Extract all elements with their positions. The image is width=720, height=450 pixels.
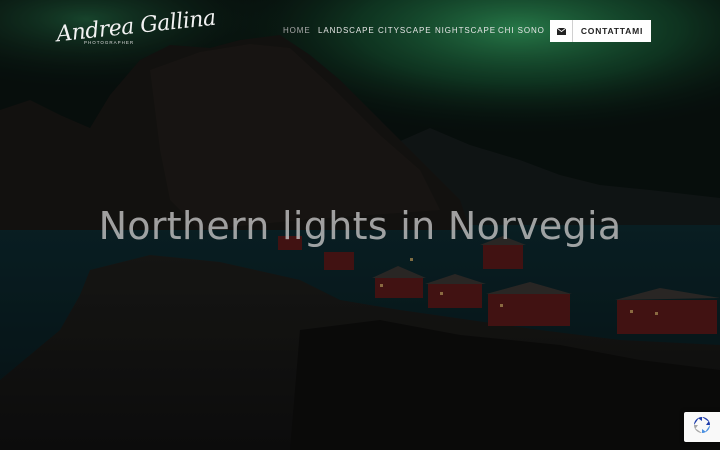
logo-tagline: PHOTOGRAPHER	[84, 40, 135, 45]
nav-cityscape[interactable]: CITYSCAPE	[378, 26, 431, 35]
nav-chi-sono[interactable]: CHI SONO	[498, 26, 545, 35]
logo-signature: Andrea Gallina	[55, 5, 217, 48]
recaptcha-icon	[692, 415, 712, 440]
recaptcha-badge[interactable]	[684, 412, 720, 442]
nav-landscape[interactable]: LANDSCAPE	[318, 26, 375, 35]
header: Andrea Gallina PHOTOGRAPHER HOME LANDSCA…	[0, 0, 720, 62]
hero-title: Northern lights in Norvegia	[98, 204, 622, 248]
contact-button[interactable]: CONTATTAMI	[550, 20, 651, 42]
site-logo[interactable]: Andrea Gallina PHOTOGRAPHER	[55, 6, 217, 56]
contact-button-label: CONTATTAMI	[580, 26, 644, 36]
nav-home[interactable]: HOME	[283, 26, 311, 35]
envelope-icon	[550, 20, 573, 42]
nav-nightscape[interactable]: NIGHTSCAPE	[435, 26, 496, 35]
